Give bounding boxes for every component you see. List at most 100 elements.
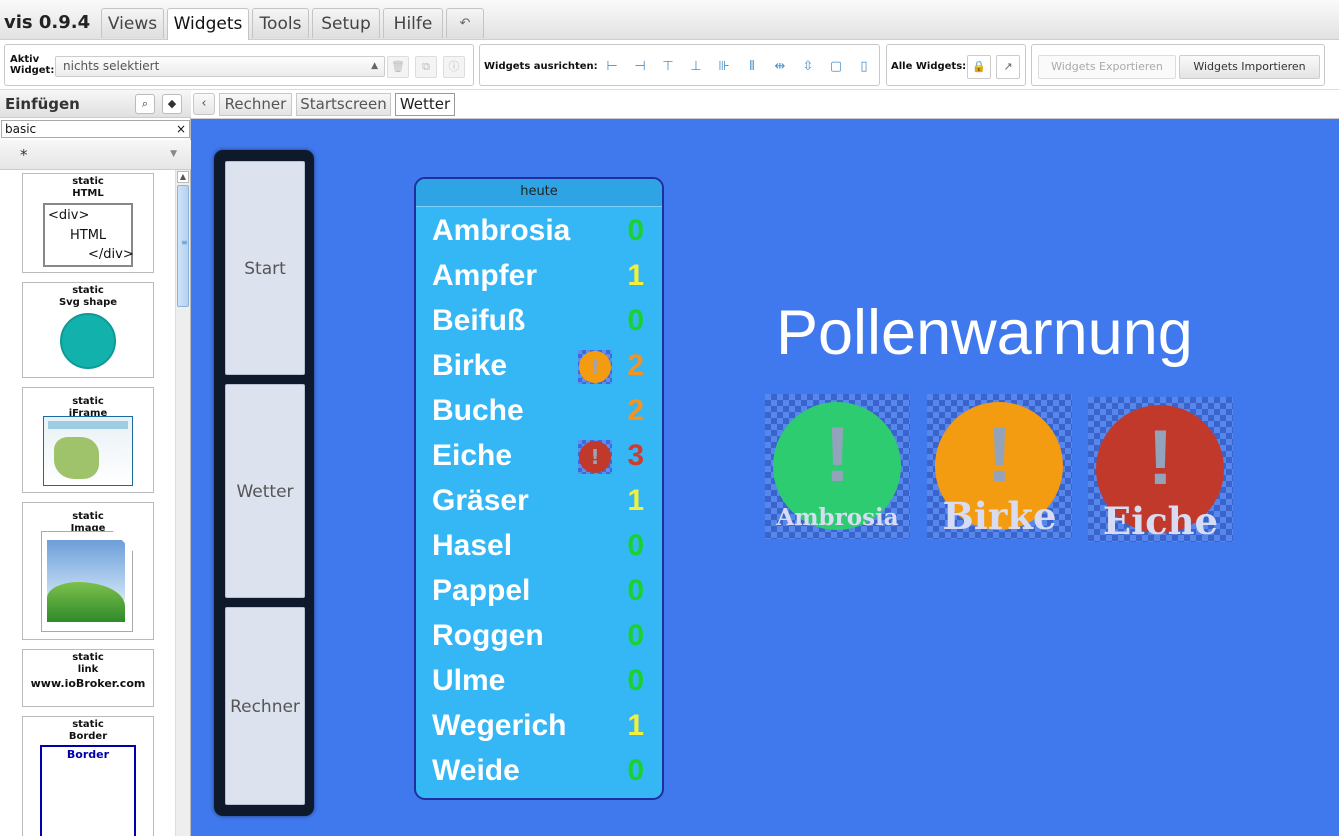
search-icon[interactable]: ⌕ <box>135 94 155 114</box>
pollen-row: Ulme 0 <box>416 661 662 701</box>
pollen-row: Buche 2 <box>416 391 662 431</box>
same-height-icon[interactable]: ▯ <box>854 57 874 77</box>
widget-name: HTML <box>72 188 104 199</box>
tab-hilfe[interactable]: Hilfe <box>383 8 443 38</box>
pollen-name: Buche <box>432 394 524 427</box>
warning-icon: ! <box>578 350 612 384</box>
widget-link[interactable]: static link www.ioBroker.com <box>22 649 154 707</box>
export-widgets-button[interactable]: Widgets Exportieren <box>1038 55 1176 79</box>
pollen-row: Roggen 0 <box>416 616 662 656</box>
border-preview: Border <box>40 745 136 836</box>
pollen-level: 0 <box>627 574 644 607</box>
pollen-level: 2 <box>627 349 644 382</box>
align-bottom-icon[interactable]: ⊥ <box>686 57 706 77</box>
distribute-v-icon[interactable]: ⇳ <box>798 57 818 77</box>
align-group: Widgets ausrichten: ⊢ ⊣ ⊤ ⊥ ⊪ ⫴ ⇹ ⇳ ▢ ▯ <box>479 44 880 86</box>
view-tab-startscreen[interactable]: Startscreen <box>296 93 391 116</box>
widget-border[interactable]: static Border Border <box>22 716 154 836</box>
chevron-down-icon: ▼ <box>170 149 177 159</box>
iframe-preview-icon <box>43 416 133 486</box>
view-tabs: ‹ Rechner Startscreen Wetter <box>191 90 1339 119</box>
toolbar: Aktiv Widget: nichts selektiert ▲ 🗑 ⧉ ⓘ … <box>0 40 1339 90</box>
warning-widget-eiche[interactable]: ! Eiche <box>1088 397 1233 543</box>
tab-setup[interactable]: Setup <box>312 8 380 38</box>
align-hcenter-icon[interactable]: ⫴ <box>742 57 762 77</box>
widget-type: static <box>72 285 104 296</box>
lock-icon[interactable]: 🔒 <box>967 55 991 79</box>
tab-widgets[interactable]: Widgets <box>167 8 249 40</box>
widget-set-select[interactable]: * ▼ <box>0 140 191 170</box>
pollen-name: Hasel <box>432 529 513 562</box>
tab-tools[interactable]: Tools <box>252 8 309 38</box>
undo-icon[interactable]: ↶ <box>446 8 484 38</box>
active-widget-select[interactable]: nichts selektiert ▲ <box>55 56 385 77</box>
pollen-name: Ambrosia <box>432 214 571 247</box>
pollen-row: Eiche! 3 <box>416 436 662 476</box>
view-tab-rechner[interactable]: Rechner <box>219 93 292 116</box>
widget-svg-shape[interactable]: static Svg shape <box>22 282 154 378</box>
align-right-icon[interactable]: ⊣ <box>630 57 650 77</box>
scrollbar-thumb[interactable]: ≡ <box>177 185 189 307</box>
clear-filter-icon[interactable]: × <box>176 121 186 137</box>
link-preview: www.ioBroker.com <box>30 677 146 690</box>
palette-filter-input[interactable]: basic × <box>1 120 190 138</box>
active-widget-group: Aktiv Widget: nichts selektiert ▲ 🗑 ⧉ ⓘ <box>4 44 474 86</box>
tag-icon[interactable]: ◆ <box>162 94 182 114</box>
align-left-icon[interactable]: ⊢ <box>602 57 622 77</box>
import-widgets-button[interactable]: Widgets Importieren <box>1179 55 1320 79</box>
border-preview-label: Border <box>66 748 110 761</box>
import-export-group: Widgets Exportieren Widgets Importieren <box>1031 44 1325 86</box>
pollen-level: 1 <box>627 709 644 742</box>
html-preview-line: </div> <box>88 247 134 262</box>
pollen-level: 0 <box>627 529 644 562</box>
nav-button-rechner[interactable]: Rechner <box>225 607 305 805</box>
align-top-icon[interactable]: ⊤ <box>658 57 678 77</box>
warning-icon: ! <box>578 440 612 474</box>
warning-widget-birke[interactable]: ! Birke <box>927 394 1072 539</box>
all-widgets-group: Alle Widgets: 🔒 ↗ <box>886 44 1026 86</box>
all-widgets-label: Alle Widgets: <box>891 61 967 72</box>
tab-views[interactable]: Views <box>101 8 164 38</box>
nav-button-start[interactable]: Start <box>225 161 305 375</box>
widget-image[interactable]: static Image <box>22 502 154 640</box>
pollen-level: 0 <box>627 619 644 652</box>
distribute-h-icon[interactable]: ⇹ <box>770 57 790 77</box>
pollen-row: Hasel 0 <box>416 526 662 566</box>
pollen-level: 1 <box>627 484 644 517</box>
widget-palette: Einfügen ⌕ ◆ basic × * ▼ static HTML <div… <box>0 90 191 836</box>
exclamation-icon: ! <box>1147 413 1174 501</box>
html-preview-line: HTML <box>70 228 107 243</box>
image-file-icon <box>41 531 133 632</box>
pollen-name: Ampfer <box>432 259 538 292</box>
pollen-row: Wegerich 1 <box>416 706 662 746</box>
same-width-icon[interactable]: ▢ <box>826 57 846 77</box>
view-tab-wetter[interactable]: Wetter <box>395 93 455 116</box>
pollen-row: Ampfer 1 <box>416 256 662 296</box>
pollen-level: 1 <box>627 259 644 292</box>
align-vcenter-icon[interactable]: ⊪ <box>714 57 734 77</box>
exclamation-icon: ! <box>986 410 1013 498</box>
info-icon[interactable]: ⓘ <box>443 56 465 78</box>
copy-icon[interactable]: ⧉ <box>415 56 437 78</box>
palette-header: Einfügen ⌕ ◆ <box>0 90 191 118</box>
warning-widget-ambrosia[interactable]: ! Ambrosia <box>765 394 910 539</box>
widget-name: Svg shape <box>58 297 118 308</box>
widget-html[interactable]: static HTML <div> HTML </div> <box>22 173 154 273</box>
view-canvas[interactable]: Start Wetter Rechner heute Ambrosia 0 Ampf… <box>191 119 1339 836</box>
pollen-name: Beifuß <box>432 304 526 337</box>
pollen-level: 0 <box>627 754 644 787</box>
external-link-icon[interactable]: ↗ <box>996 55 1020 79</box>
widget-iframe[interactable]: static iFrame <box>22 387 154 493</box>
pollen-name: Gräser <box>432 484 529 517</box>
delete-icon[interactable]: 🗑 <box>387 56 409 78</box>
nav-button-wetter[interactable]: Wetter <box>225 384 305 598</box>
scroll-up-icon[interactable]: ▲ <box>177 171 189 183</box>
pollen-panel-header: heute <box>416 179 662 207</box>
palette-scrollbar[interactable]: ▲ ≡ <box>175 170 190 836</box>
pollen-row: Birke! 2 <box>416 346 662 386</box>
pollen-list-panel[interactable]: heute Ambrosia 0 Ampfer 1 Beifuß 0 Birke! 2 Buch… <box>414 177 664 800</box>
circle-shape-icon <box>60 313 116 369</box>
pollen-level: 0 <box>627 214 644 247</box>
pollen-level: 3 <box>627 439 644 472</box>
chevron-left-icon[interactable]: ‹ <box>193 93 215 115</box>
